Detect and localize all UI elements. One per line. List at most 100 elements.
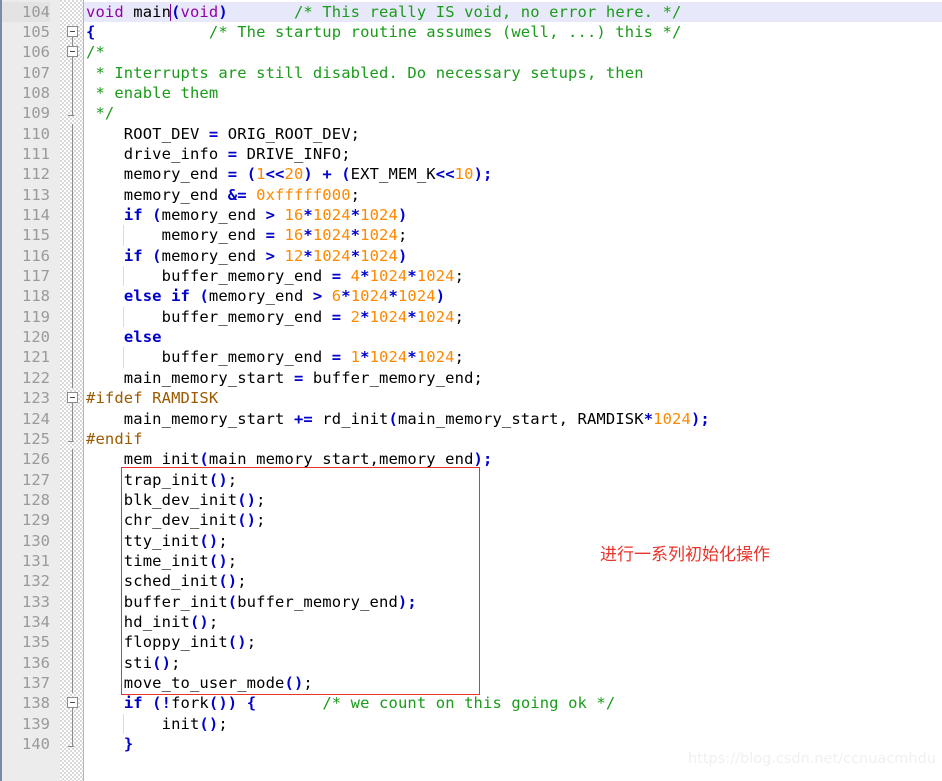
- token-pl: time_init: [86, 551, 209, 570]
- code-text[interactable]: blk_dev_init();: [84, 490, 666, 510]
- token-op: *: [407, 307, 417, 326]
- token-pl: memory_end: [161, 206, 266, 224]
- code-text[interactable]: { /* The startup routine assumes (well, …: [84, 22, 942, 42]
- code-line[interactable]: 132 sched_init();: [0, 571, 942, 592]
- code-line[interactable]: 122 main_memory_start = buffer_memory_en…: [0, 367, 942, 389]
- code-line[interactable]: 129 chr_dev_init();: [0, 510, 942, 531]
- code-line[interactable]: 119 buffer_memory_end = 2*1024*1024;: [0, 306, 942, 328]
- code-text[interactable]: if (!fork()) { /* we count on this going…: [84, 693, 942, 713]
- code-line[interactable]: 131 time_init();: [0, 550, 942, 572]
- code-text[interactable]: buffer_memory_end = 2*1024*1024;: [84, 307, 864, 327]
- code-text[interactable]: buffer_init(buffer_memory_end);: [84, 592, 817, 612]
- code-line[interactable]: 121 buffer_memory_end = 1*1024*1024;: [0, 347, 942, 368]
- code-line[interactable]: 134 hd_init();: [0, 612, 942, 633]
- code-text[interactable]: */: [84, 103, 514, 123]
- line-number: 130: [2, 530, 50, 551]
- code-text[interactable]: ROOT_DEV = ORIG_ROOT_DEV;: [84, 124, 760, 144]
- code-line[interactable]: 126 mem_init(main_memory_start,memory_en…: [0, 449, 942, 470]
- fold-toggle-icon[interactable]: [67, 697, 78, 709]
- code-line[interactable]: 118 else if (memory_end > 6*1024*1024): [0, 286, 942, 307]
- code-text[interactable]: memory_end = (1<<20) + (EXT_MEM_K<<10);: [84, 164, 892, 184]
- code-line[interactable]: 125 #endif: [0, 428, 942, 450]
- code-text[interactable]: }: [84, 734, 533, 754]
- editor-left-border: [0, 0, 2, 781]
- code-text[interactable]: tty_init();: [84, 531, 628, 551]
- token-kw: if: [123, 694, 143, 713]
- fold-toggle-icon[interactable]: [67, 392, 78, 404]
- code-text[interactable]: chr_dev_init();: [84, 510, 666, 530]
- code-text[interactable]: #ifdef RAMDISK: [84, 388, 618, 408]
- code-line[interactable]: 139 init();: [0, 713, 942, 735]
- code-line[interactable]: 115 memory_end = 16*1024*1024;: [0, 225, 942, 246]
- code-text[interactable]: drive_info = DRIVE_INFO;: [84, 144, 751, 164]
- code-line[interactable]: 114 if (memory_end > 16*1024*1024): [0, 205, 942, 226]
- code-text[interactable]: if (memory_end > 12*1024*1024): [84, 246, 807, 266]
- fold-guide-line: [72, 408, 73, 429]
- code-text[interactable]: hd_init();: [84, 612, 618, 632]
- code-line[interactable]: 112 memory_end = (1<<20) + (EXT_MEM_K<<1…: [0, 164, 942, 185]
- code-line[interactable]: 128 blk_dev_init();: [0, 489, 942, 511]
- code-line[interactable]: 138 if (!fork()) { /* we count on this g…: [0, 693, 942, 714]
- token-op: (): [208, 551, 228, 570]
- code-line[interactable]: 107 * Interrupts are still disabled. Do …: [0, 62, 942, 83]
- code-line[interactable]: 106 /*: [0, 42, 942, 63]
- code-text[interactable]: init();: [84, 714, 628, 734]
- code-line[interactable]: 111 drive_info = DRIVE_INFO;: [0, 143, 942, 165]
- code-line[interactable]: 108 * enable them: [0, 82, 942, 104]
- code-text[interactable]: memory_end = 16*1024*1024;: [84, 225, 807, 245]
- code-text[interactable]: * Interrupts are still disabled. Do nece…: [84, 63, 942, 83]
- code-text[interactable]: else: [84, 327, 562, 347]
- code-text[interactable]: void main(void) /* This really IS void, …: [84, 1, 942, 22]
- token-op: *: [360, 348, 370, 367]
- code-text[interactable]: if (memory_end > 16*1024*1024): [84, 205, 807, 225]
- fold-toggle-icon[interactable]: [67, 46, 78, 58]
- code-line[interactable]: 127 trap_init();: [0, 469, 942, 490]
- code-text[interactable]: buffer_memory_end = 4*1024*1024;: [84, 266, 864, 286]
- code-line[interactable]: 113 memory_end &= 0xfffff000;: [0, 184, 942, 205]
- code-line[interactable]: 130 tty_init();: [0, 530, 942, 551]
- code-line[interactable]: 109 */: [0, 103, 942, 124]
- token-pl: sched_init: [86, 572, 219, 591]
- fold-toggle-icon[interactable]: [67, 25, 78, 37]
- code-text[interactable]: main_memory_start = buffer_memory_end;: [84, 368, 883, 388]
- code-text[interactable]: floppy_init();: [84, 632, 656, 652]
- code-text[interactable]: sti();: [84, 653, 581, 673]
- code-line[interactable]: 105 { /* The startup routine assumes (wel…: [0, 21, 942, 43]
- code-line[interactable]: 120 else: [0, 327, 942, 348]
- code-text[interactable]: else if (memory_end > 6*1024*1024): [84, 286, 845, 306]
- code-text[interactable]: sched_init();: [84, 571, 647, 591]
- code-line[interactable]: 104 void main(void) /* This really IS voi…: [0, 1, 942, 22]
- code-line[interactable]: 116 if (memory_end > 12*1024*1024): [0, 245, 942, 267]
- code-text[interactable]: #endif: [84, 429, 543, 449]
- code-text[interactable]: buffer_memory_end = 1*1024*1024;: [84, 347, 864, 367]
- code-line[interactable]: 110 ROOT_DEV = ORIG_ROOT_DEV;: [0, 123, 942, 144]
- token-op: (): [208, 470, 228, 489]
- fold-end-marker: [68, 441, 74, 443]
- token-pl: init: [86, 714, 200, 733]
- code-text[interactable]: mem_init(main_memory_start,memory_end);: [84, 449, 892, 469]
- code-line[interactable]: 124 main_memory_start += rd_init(main_me…: [0, 408, 942, 429]
- token-num: 10: [454, 165, 474, 184]
- code-text[interactable]: * enable them: [84, 83, 618, 103]
- code-text[interactable]: main_memory_start += rd_init(main_memory…: [84, 409, 942, 429]
- code-text[interactable]: memory_end &= 0xfffff000;: [84, 185, 760, 205]
- token-pl: hd_init: [86, 613, 190, 631]
- code-text[interactable]: move_to_user_mode();: [84, 673, 713, 693]
- code-line[interactable]: 136 sti();: [0, 652, 942, 674]
- code-text[interactable]: time_init();: [84, 551, 637, 571]
- fold-guide-line: [72, 632, 73, 653]
- code-line[interactable]: 117 buffer_memory_end = 4*1024*1024;: [0, 266, 942, 287]
- line-number: 123: [2, 388, 50, 409]
- code-editor[interactable]: 104 void main(void) /* This really IS voi…: [0, 0, 942, 781]
- token-op: *: [303, 226, 313, 245]
- code-line[interactable]: 123 #ifdef RAMDISK: [0, 388, 942, 409]
- code-line[interactable]: 135 floppy_init();: [0, 632, 942, 653]
- code-line[interactable]: 133 buffer_init(buffer_memory_end);: [0, 591, 942, 612]
- code-line[interactable]: 137 move_to_user_mode();: [0, 673, 942, 694]
- code-text[interactable]: /*: [84, 42, 505, 62]
- code-text[interactable]: trap_init();: [84, 470, 637, 490]
